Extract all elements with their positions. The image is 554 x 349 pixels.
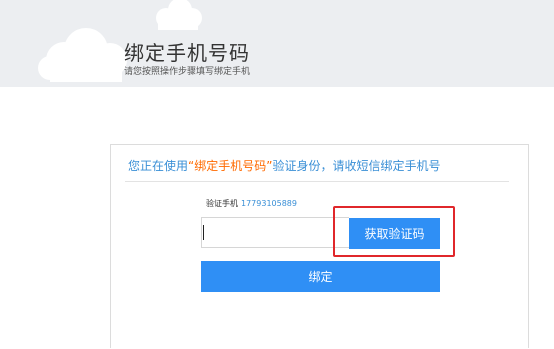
- phone-number: 17793105889: [241, 199, 297, 208]
- header-banner: [0, 0, 554, 87]
- notice-prefix: 您正在使用: [128, 159, 189, 173]
- phone-info: 验证手机 17793105889: [206, 198, 297, 209]
- verification-code-input[interactable]: [201, 217, 349, 248]
- page-title: 绑定手机号码: [124, 41, 250, 65]
- page-subtitle: 请您按照操作步骤填写绑定手机: [124, 67, 251, 77]
- annotation-highlight-box: [333, 206, 455, 257]
- text-caret: [203, 225, 204, 240]
- bind-button[interactable]: 绑定: [201, 261, 440, 292]
- cloud-icon: [156, 0, 202, 30]
- cloud-icon: [38, 28, 127, 82]
- divider: [125, 181, 509, 182]
- notice-method-highlight: “绑定手机号码”: [188, 159, 273, 173]
- phone-label: 验证手机: [206, 199, 238, 208]
- notice-suffix: 验证身份，请收短信绑定手机号: [272, 159, 441, 173]
- verification-notice: 您正在使用“绑定手机号码”验证身份，请收短信绑定手机号: [128, 157, 440, 174]
